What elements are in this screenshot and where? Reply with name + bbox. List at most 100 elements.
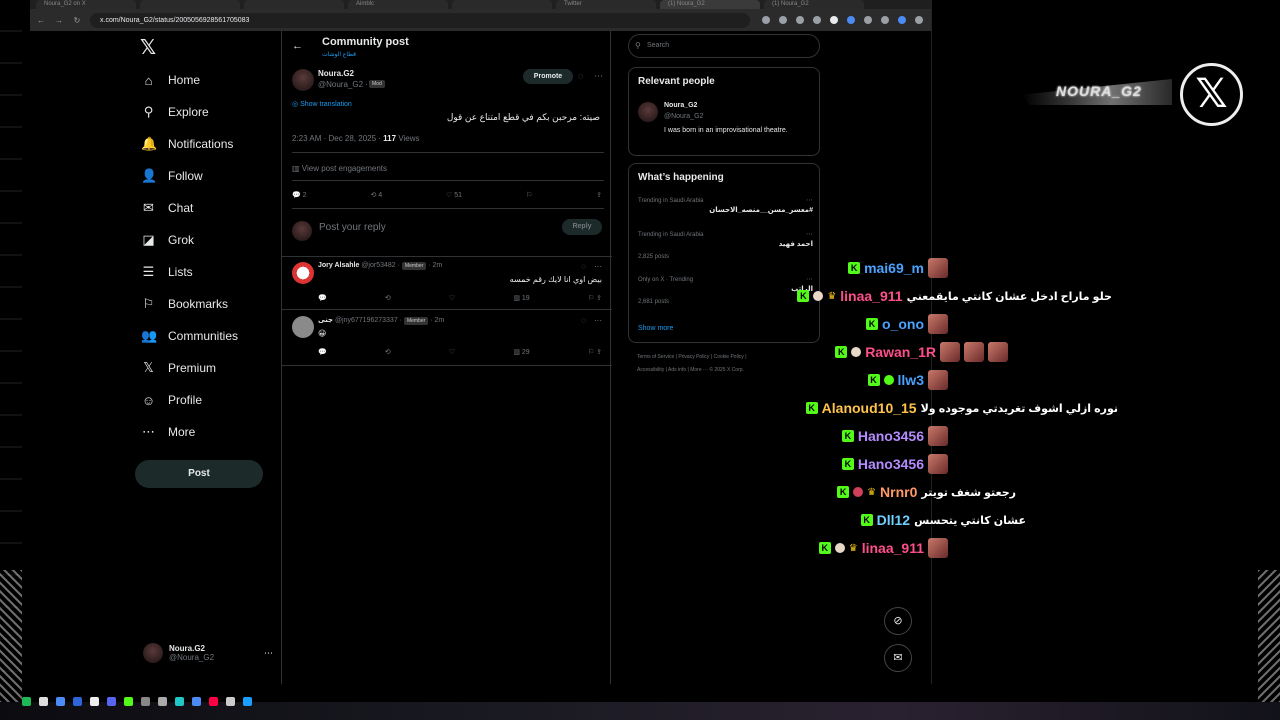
nav-lists[interactable]: ☰ Lists bbox=[141, 261, 193, 283]
app-icon[interactable] bbox=[175, 696, 184, 706]
browser-tab[interactable]: Noura_G2 on X bbox=[36, 0, 136, 9]
reply-button[interactable]: Reply bbox=[562, 219, 602, 235]
extension-icon[interactable] bbox=[881, 16, 889, 24]
extension-icon[interactable] bbox=[779, 16, 787, 24]
nav-communities[interactable]: 👥 Communities bbox=[141, 325, 238, 347]
comment-item[interactable]: Jory Alsahle @jor53482 · Member · 2m ◌ ⋯ … bbox=[282, 258, 612, 310]
footer-link[interactable]: More ··· bbox=[690, 367, 708, 373]
trend-item[interactable]: Trending in Saudi Arabia ⋯ احمد فهيد 2,8… bbox=[638, 230, 813, 260]
more-icon[interactable]: ⋯ bbox=[594, 316, 602, 325]
app-icon[interactable] bbox=[124, 696, 133, 706]
trend-item[interactable]: Trending in Saudi Arabia ⋯ #معسر_مسن__من… bbox=[638, 196, 813, 214]
app-icon[interactable] bbox=[90, 696, 99, 706]
reload-icon[interactable]: ↻ bbox=[72, 16, 82, 25]
share-icon[interactable]: ⇪ bbox=[596, 349, 602, 356]
post-author[interactable]: Noura.G2 bbox=[318, 69, 354, 78]
app-icon[interactable] bbox=[141, 696, 150, 706]
post-button[interactable]: Post bbox=[135, 460, 263, 488]
app-icon[interactable] bbox=[73, 696, 82, 706]
person-name[interactable]: Noura_G2 bbox=[664, 102, 697, 109]
browser-tab[interactable] bbox=[140, 0, 240, 9]
nav-premium[interactable]: 𝕏 Premium bbox=[141, 357, 216, 379]
nav-bookmarks[interactable]: ⚐ Bookmarks bbox=[141, 293, 228, 315]
chrome-icon[interactable] bbox=[192, 696, 201, 706]
nav-chat[interactable]: ✉ Chat bbox=[141, 197, 193, 219]
more-icon[interactable]: ⋯ bbox=[806, 196, 813, 204]
nav-grok[interactable]: ◪ Grok bbox=[141, 229, 194, 251]
grok-icon[interactable]: ◌ bbox=[578, 71, 583, 81]
app-icon[interactable] bbox=[226, 696, 235, 706]
bookmark-icon[interactable]: ⚐ bbox=[588, 295, 594, 302]
more-icon[interactable]: ⋯ bbox=[594, 71, 603, 82]
view-engagements-link[interactable]: ▥ View post engagements bbox=[292, 164, 387, 173]
forward-icon[interactable]: → bbox=[54, 16, 64, 25]
back-arrow-icon[interactable]: ← bbox=[292, 40, 303, 52]
repost-icon[interactable]: ⟲ bbox=[385, 348, 391, 356]
more-icon[interactable]: ⋯ bbox=[806, 230, 813, 238]
reply-action[interactable]: 💬 2 bbox=[292, 191, 307, 199]
search-input[interactable]: ⚲ Search bbox=[628, 34, 820, 58]
more-icon[interactable]: ⋯ bbox=[594, 262, 602, 271]
repost-icon[interactable]: ⟲ bbox=[385, 294, 391, 302]
nav-profile[interactable]: ☺ Profile bbox=[141, 389, 202, 411]
reply-input[interactable]: Post your reply bbox=[319, 222, 386, 233]
like-action[interactable]: ♡ 51 bbox=[446, 191, 462, 199]
extension-icon[interactable] bbox=[813, 16, 821, 24]
community-name[interactable]: قطاع الوشات bbox=[322, 51, 356, 58]
footer-link[interactable]: Accessibility bbox=[637, 367, 664, 373]
app-icon[interactable] bbox=[158, 696, 167, 706]
reply-icon[interactable]: 💬 bbox=[318, 294, 327, 302]
views-action[interactable]: ▥ 19 bbox=[513, 294, 529, 302]
grok-icon[interactable]: ◌ bbox=[581, 262, 586, 271]
extension-icon[interactable] bbox=[762, 16, 770, 24]
footer-link[interactable]: Terms of Service bbox=[637, 354, 674, 360]
reply-icon[interactable]: 💬 bbox=[318, 348, 327, 356]
person-handle[interactable]: @Noura_G2 bbox=[664, 113, 703, 120]
browser-tab[interactable] bbox=[452, 0, 552, 9]
promote-button[interactable]: Promote bbox=[523, 69, 573, 84]
url-field[interactable]: x.com/Noura_G2/status/200505692856170508… bbox=[90, 12, 750, 28]
browser-tab-active[interactable]: (1) Noura_G2 bbox=[660, 0, 760, 9]
share-icon[interactable]: ⇪ bbox=[596, 295, 602, 302]
app-icon[interactable] bbox=[39, 696, 48, 706]
avatar[interactable] bbox=[292, 69, 314, 91]
share-icon[interactable]: ⇪ bbox=[596, 191, 602, 199]
account-switcher[interactable]: Noura.G2 @Noura_G2 ⋯ bbox=[143, 643, 273, 663]
bookmark-icon[interactable]: ⚐ bbox=[526, 191, 532, 199]
comment-item[interactable]: جنى @jny677196273337 · Member · 2m ◌ ⋯ 😀 … bbox=[282, 312, 612, 366]
more-icon[interactable]: ⋯ bbox=[264, 648, 273, 659]
star-icon[interactable] bbox=[796, 16, 804, 24]
app-icon[interactable] bbox=[209, 696, 218, 706]
app-icon[interactable] bbox=[56, 696, 65, 706]
extension-icon[interactable] bbox=[847, 16, 855, 24]
browser-tab[interactable] bbox=[244, 0, 344, 9]
back-icon[interactable]: ← bbox=[36, 16, 46, 25]
x-logo-icon[interactable]: 𝕏 bbox=[140, 35, 166, 61]
browser-tab[interactable]: Twitter bbox=[556, 0, 656, 9]
nav-more[interactable]: ⋯ More bbox=[141, 421, 195, 443]
footer-link[interactable]: Ads info bbox=[668, 367, 686, 373]
steam-icon[interactable] bbox=[243, 696, 252, 706]
extension-icon[interactable] bbox=[830, 16, 838, 24]
grok-float-button[interactable]: ⊘ bbox=[884, 607, 912, 635]
show-more-link[interactable]: Show more bbox=[638, 325, 673, 332]
discord-icon[interactable] bbox=[107, 696, 116, 706]
bookmark-icon[interactable]: ⚐ bbox=[588, 349, 594, 356]
avatar[interactable] bbox=[638, 102, 658, 122]
views-action[interactable]: ▥ 29 bbox=[513, 348, 529, 356]
profile-icon[interactable] bbox=[898, 16, 906, 24]
heart-icon[interactable]: ♡ bbox=[449, 294, 455, 302]
nav-follow[interactable]: 👤 Follow bbox=[141, 165, 203, 187]
footer-link[interactable]: Privacy Policy bbox=[678, 354, 709, 360]
footer-link[interactable]: Cookie Policy bbox=[714, 354, 744, 360]
grok-icon[interactable]: ◌ bbox=[581, 316, 586, 325]
repost-action[interactable]: ⟲ 4 bbox=[370, 191, 382, 199]
nav-explore[interactable]: ⚲ Explore bbox=[141, 101, 209, 123]
post-handle[interactable]: @Noura_G2 · bbox=[318, 80, 368, 89]
nav-notifications[interactable]: 🔔 Notifications bbox=[141, 133, 233, 155]
messages-float-button[interactable]: ✉ bbox=[884, 644, 912, 672]
spotify-icon[interactable] bbox=[22, 696, 31, 706]
browser-tab[interactable]: (1) Noura_G2 bbox=[764, 0, 864, 9]
nav-home[interactable]: ⌂ Home bbox=[141, 69, 200, 91]
extension-icon[interactable] bbox=[864, 16, 872, 24]
